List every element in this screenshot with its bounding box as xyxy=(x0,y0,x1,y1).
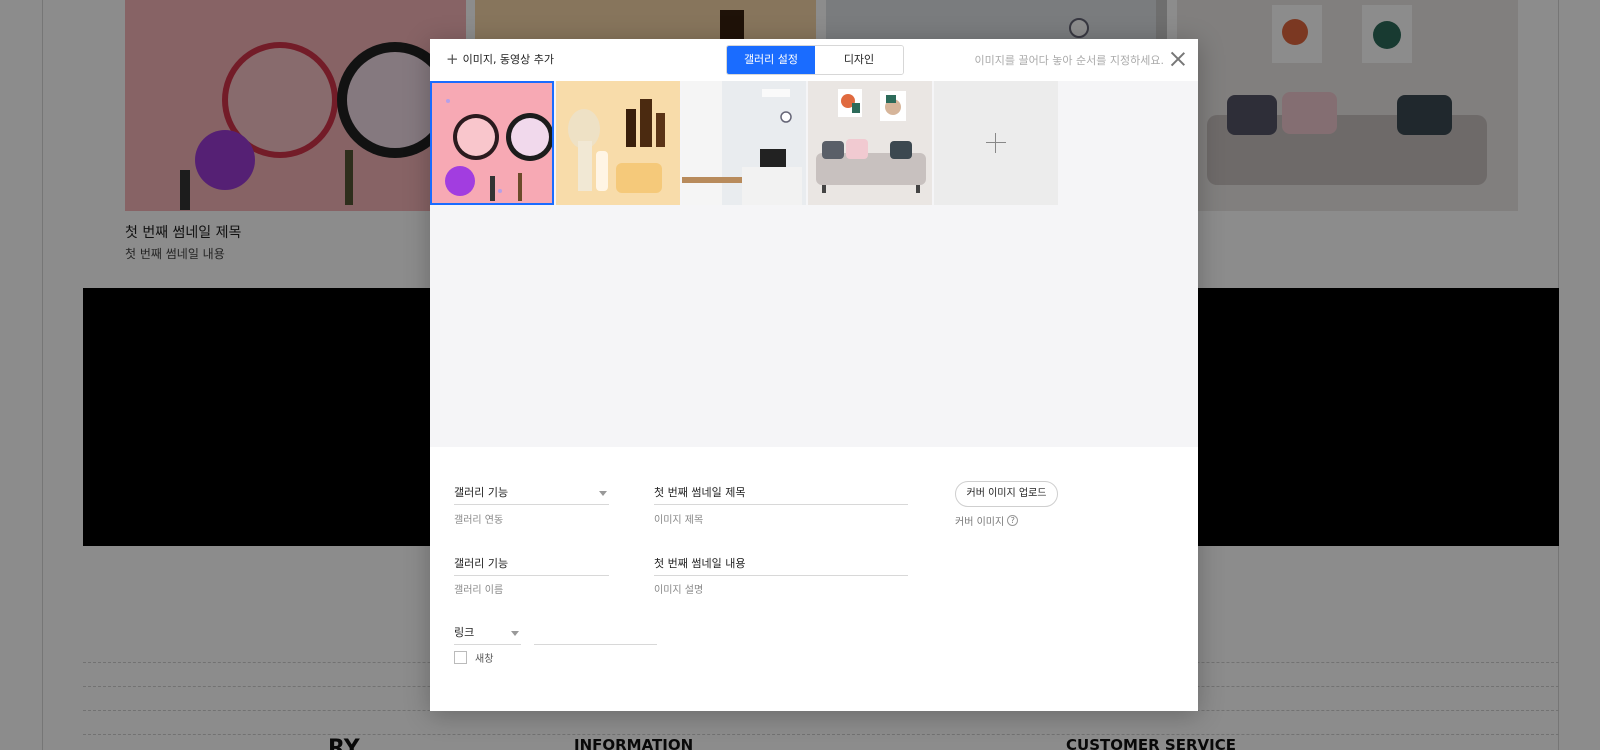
chevron-down-icon xyxy=(511,631,519,636)
link-type-value: 링크 xyxy=(454,626,475,639)
gallery-thumbnail-cosmetics[interactable] xyxy=(430,81,554,205)
gallery-function-value: 갤러리 기능 xyxy=(454,486,509,499)
plus-icon: + xyxy=(446,50,459,68)
modal-header: + 이미지, 동영상 추가 갤러리 설정 디자인 이미지를 끌어다 놓아 순서를… xyxy=(430,39,1198,81)
gallery-name-field[interactable]: 갤러리 기능 xyxy=(454,552,609,576)
cover-image-label: 커버 이미지 ? xyxy=(955,513,1019,528)
image-desc-field[interactable]: 첫 번째 썸네일 내용 xyxy=(654,552,908,576)
add-media-button[interactable]: + 이미지, 동영상 추가 xyxy=(446,50,554,68)
gallery-function-label: 갤러리 연동 xyxy=(454,515,504,526)
gallery-settings-modal: + 이미지, 동영상 추가 갤러리 설정 디자인 이미지를 끌어다 놓아 순서를… xyxy=(430,39,1198,711)
new-window-checkbox[interactable] xyxy=(454,651,467,664)
cover-image-upload-button[interactable]: 커버 이미지 업로드 xyxy=(955,481,1058,507)
image-title-field[interactable]: 첫 번째 썸네일 제목 xyxy=(654,481,908,505)
gallery-thumbnail-kitchen[interactable] xyxy=(682,81,806,205)
new-window-label: 새창 xyxy=(475,654,494,665)
modal-tabs: 갤러리 설정 디자인 xyxy=(726,45,904,75)
reorder-hint: 이미지를 끌어다 놓아 순서를 지정하세요. xyxy=(974,54,1164,67)
gallery-name-label: 갤러리 이름 xyxy=(454,585,504,596)
link-url-input[interactable] xyxy=(534,621,657,645)
tab-design[interactable]: 디자인 xyxy=(815,46,903,74)
image-title-value: 첫 번째 썸네일 제목 xyxy=(654,486,746,499)
chevron-down-icon xyxy=(599,491,607,496)
gallery-thumbnail-skincare[interactable] xyxy=(556,81,680,205)
gallery-thumbnail-sofa[interactable] xyxy=(808,81,932,205)
image-desc-label: 이미지 설명 xyxy=(654,585,704,596)
close-icon[interactable] xyxy=(1168,49,1188,69)
gallery-function-select[interactable]: 갤러리 기능 xyxy=(454,481,609,505)
add-thumbnail-button[interactable] xyxy=(934,81,1058,205)
gallery-thumbnail-area xyxy=(430,81,1198,447)
add-media-label: 이미지, 동영상 추가 xyxy=(462,53,555,66)
cover-image-label-text: 커버 이미지 xyxy=(955,517,1005,528)
tab-gallery-settings[interactable]: 갤러리 설정 xyxy=(727,46,815,74)
image-title-label: 이미지 제목 xyxy=(654,515,704,526)
link-type-select[interactable]: 링크 xyxy=(454,621,521,645)
help-icon[interactable]: ? xyxy=(1007,515,1019,526)
image-desc-value: 첫 번째 썸네일 내용 xyxy=(654,557,746,570)
gallery-name-value: 갤러리 기능 xyxy=(454,557,509,570)
